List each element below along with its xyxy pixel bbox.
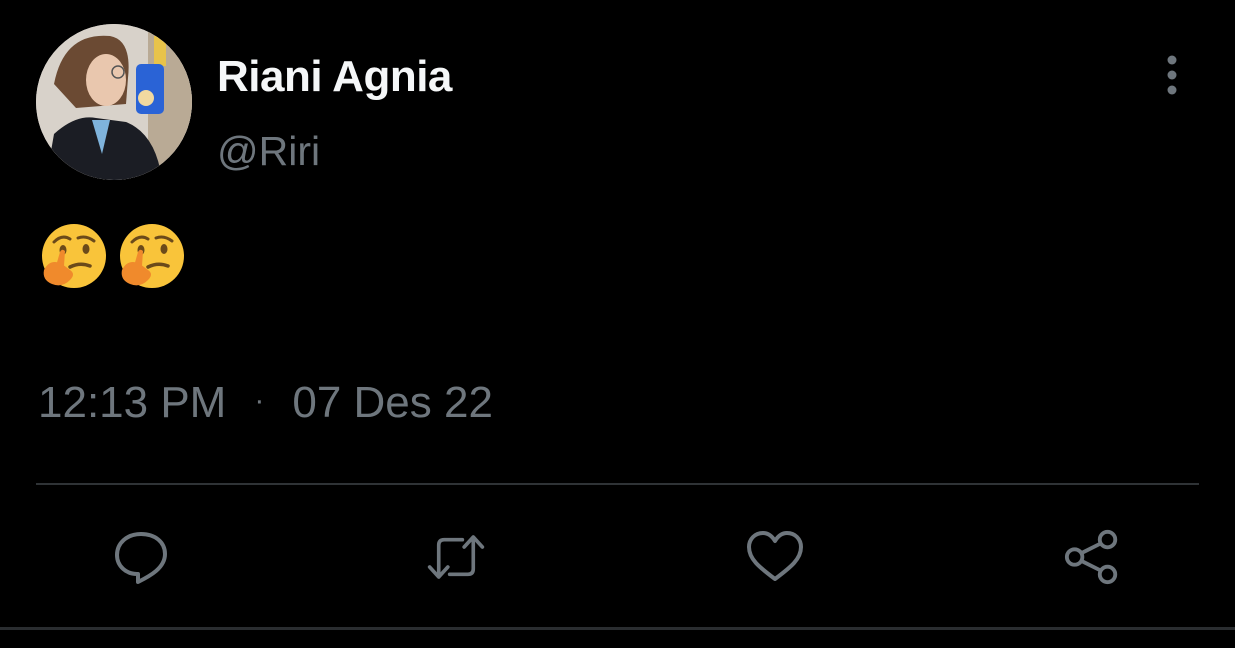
tweet-detail: Riani Agnia @Riri 12:13 PM · 07 Des 22 xyxy=(0,0,1235,648)
author-display-name[interactable]: Riani Agnia xyxy=(217,52,452,102)
like-icon xyxy=(747,531,803,581)
share-icon xyxy=(1064,529,1118,585)
tweet-date: 07 Des 22 xyxy=(292,378,493,427)
tweet-time: 12:13 PM xyxy=(38,378,227,427)
avatar-photo xyxy=(36,24,192,180)
thinking-face-emoji xyxy=(42,224,106,288)
author-handle[interactable]: @Riri xyxy=(217,128,320,175)
reply-button[interactable] xyxy=(111,527,171,587)
like-button[interactable] xyxy=(745,527,805,587)
retweet-button[interactable] xyxy=(426,527,486,587)
divider xyxy=(36,483,1199,485)
vertical-ellipsis-icon xyxy=(1167,55,1177,95)
tweet-text xyxy=(40,222,186,290)
retweet-icon xyxy=(427,535,485,579)
bottom-divider xyxy=(0,627,1235,630)
avatar[interactable] xyxy=(36,24,192,180)
share-button[interactable] xyxy=(1063,527,1123,587)
thinking-face-emoji xyxy=(120,224,184,288)
reply-icon xyxy=(115,532,167,584)
more-options-button[interactable] xyxy=(1150,52,1194,98)
tweet-timestamp[interactable]: 12:13 PM · 07 Des 22 xyxy=(38,378,493,428)
timestamp-separator: · xyxy=(254,384,265,417)
